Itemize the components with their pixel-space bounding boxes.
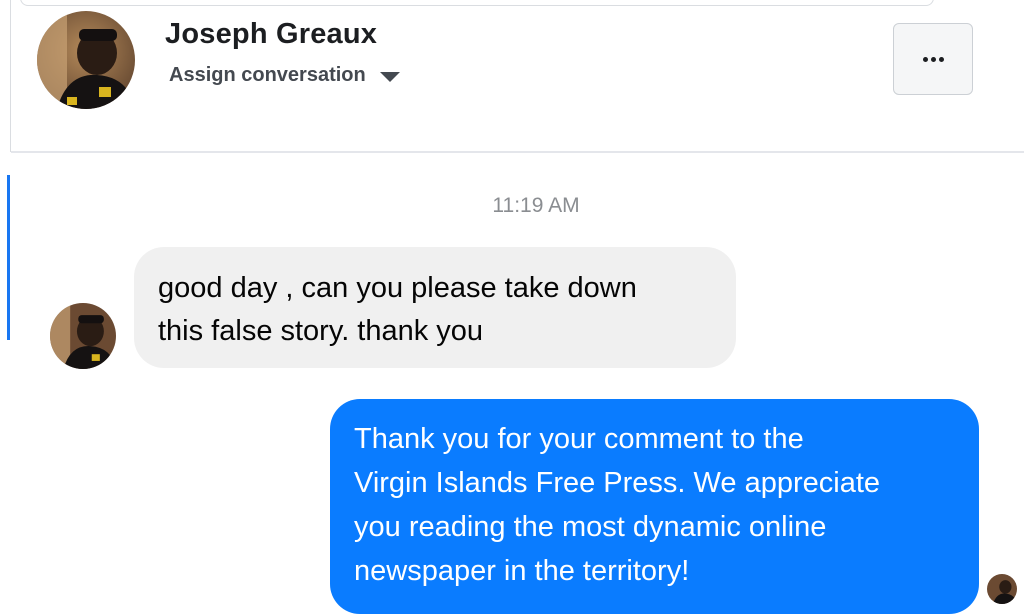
- more-options-button[interactable]: [893, 23, 973, 95]
- outgoing-message-text: Thank you for your comment to the Virgin…: [354, 423, 881, 587]
- incoming-message-text: good day , can you please take down this…: [158, 272, 637, 347]
- incoming-message-bubble[interactable]: good day , can you please take down this…: [134, 247, 736, 368]
- read-receipt-avatar: [987, 574, 1017, 604]
- sender-avatar[interactable]: [50, 303, 116, 369]
- outgoing-message-bubble[interactable]: Thank you for your comment to the Virgin…: [330, 399, 979, 614]
- caret-down-icon: [379, 72, 400, 82]
- contact-avatar[interactable]: [37, 11, 135, 109]
- assign-conversation-dropdown[interactable]: Assign conversation: [169, 64, 400, 87]
- conversation-header: Joseph Greaux Assign conversation: [11, 0, 1024, 153]
- assign-conversation-label: Assign conversation: [169, 64, 366, 86]
- more-horizontal-icon: [922, 56, 944, 62]
- message-timestamp: 11:19 AM: [492, 194, 580, 217]
- contact-name[interactable]: Joseph Greaux: [165, 18, 377, 51]
